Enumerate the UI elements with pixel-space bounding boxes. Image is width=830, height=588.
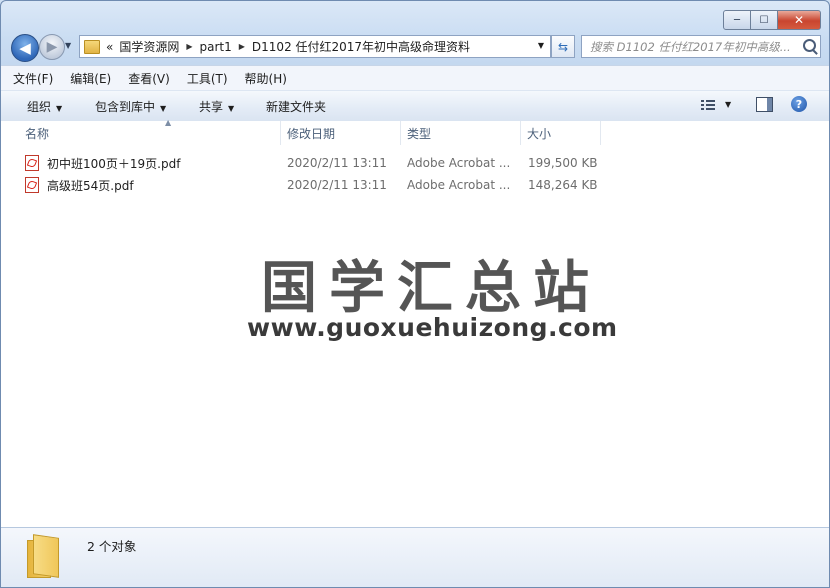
close-button[interactable]: ✕ (778, 10, 821, 30)
help-icon[interactable]: ? (791, 96, 807, 112)
pdf-file-icon (25, 155, 39, 171)
back-button[interactable]: ◀ (11, 34, 39, 62)
maximize-button[interactable]: ☐ (751, 10, 778, 30)
include-in-library-button[interactable]: 包含到库中 ▼ (95, 98, 166, 115)
details-pane: 2 个对象 (1, 527, 829, 587)
address-dropdown-icon[interactable]: ▼ (538, 41, 544, 50)
breadcrumb-item[interactable]: D1102 任付红2017年初中高级命理资料 (249, 38, 473, 55)
new-folder-button[interactable]: 新建文件夹 (266, 98, 326, 115)
caption-buttons: ─ ☐ ✕ (723, 10, 821, 30)
file-size: 148,264 KB (528, 178, 598, 192)
column-header-name[interactable]: 名称 ▲ (19, 118, 281, 145)
menu-help[interactable]: 帮助(H) (233, 70, 292, 87)
file-type: Adobe Acrobat ... (407, 178, 511, 192)
file-row[interactable]: 初中班100页＋19页.pdf 2020/2/11 13:11 Adobe Ac… (25, 153, 605, 173)
item-count: 2 个对象 (87, 539, 137, 554)
chevron-down-icon: ▼ (160, 104, 167, 113)
column-header-type[interactable]: 类型 (401, 121, 521, 145)
search-icon[interactable] (803, 39, 816, 52)
folder-icon (84, 39, 100, 54)
column-name-label: 名称 (25, 126, 50, 141)
file-name: 高级班54页.pdf (47, 178, 134, 193)
pdf-file-icon (25, 177, 39, 193)
share-button[interactable]: 共享 ▼ (199, 98, 234, 115)
chevron-right-icon[interactable]: ▶ (235, 42, 249, 51)
organize-button[interactable]: 组织 ▼ (27, 98, 62, 115)
explorer-window: ─ ☐ ✕ ◀ ▶ ▼ « 国学资源网 ▶ part1 ▶ D1102 任付红2… (0, 0, 830, 588)
organize-label: 组织 (27, 100, 52, 114)
file-date: 2020/2/11 13:11 (287, 156, 387, 170)
view-dropdown-icon[interactable]: ▼ (725, 100, 731, 109)
minimize-button[interactable]: ─ (723, 10, 751, 30)
search-input[interactable]: 搜索 D1102 任付红2017年初中高级... (581, 35, 821, 58)
file-date: 2020/2/11 13:11 (287, 178, 387, 192)
preview-pane-icon[interactable] (756, 97, 773, 112)
breadcrumb-item[interactable]: 国学资源网 (116, 38, 182, 55)
watermark-title: 国学汇总站 (261, 256, 601, 321)
share-label: 共享 (199, 100, 224, 114)
folder-icon (27, 534, 61, 578)
column-header-size[interactable]: 大小 (521, 121, 601, 145)
view-options-icon[interactable] (701, 98, 715, 111)
file-row[interactable]: 高级班54页.pdf 2020/2/11 13:11 Adobe Acrobat… (25, 175, 605, 195)
chevron-right-icon[interactable]: ▶ (182, 42, 196, 51)
command-bar: 组织 ▼ 包含到库中 ▼ 共享 ▼ 新建文件夹 ▼ ? (1, 90, 829, 122)
file-name: 初中班100页＋19页.pdf (47, 156, 181, 171)
menu-edit[interactable]: 编辑(E) (58, 70, 116, 87)
refresh-button[interactable]: ⇆ (551, 35, 575, 58)
history-dropdown-icon[interactable]: ▼ (65, 41, 71, 50)
column-header-date[interactable]: 修改日期 (281, 121, 401, 145)
menu-bar: 文件(F) 编辑(E) 查看(V) 工具(T) 帮助(H) (1, 65, 829, 90)
breadcrumb-overflow[interactable]: « (103, 40, 116, 54)
breadcrumb-item[interactable]: part1 (197, 40, 235, 54)
chevron-down-icon: ▼ (228, 104, 235, 113)
file-size: 199,500 KB (528, 156, 598, 170)
chevron-down-icon: ▼ (56, 104, 63, 113)
menu-view[interactable]: 查看(V) (116, 70, 175, 87)
forward-button[interactable]: ▶ (39, 34, 65, 60)
search-placeholder: 搜索 D1102 任付红2017年初中高级... (590, 39, 791, 54)
watermark-url: www.guoxuehuizong.com (247, 313, 618, 342)
menu-tools[interactable]: 工具(T) (175, 70, 233, 87)
menu-file[interactable]: 文件(F) (1, 70, 58, 87)
sort-up-icon: ▲ (165, 118, 172, 127)
file-type: Adobe Acrobat ... (407, 156, 511, 170)
address-bar[interactable]: « 国学资源网 ▶ part1 ▶ D1102 任付红2017年初中高级命理资料… (79, 35, 551, 58)
include-label: 包含到库中 (95, 100, 156, 114)
